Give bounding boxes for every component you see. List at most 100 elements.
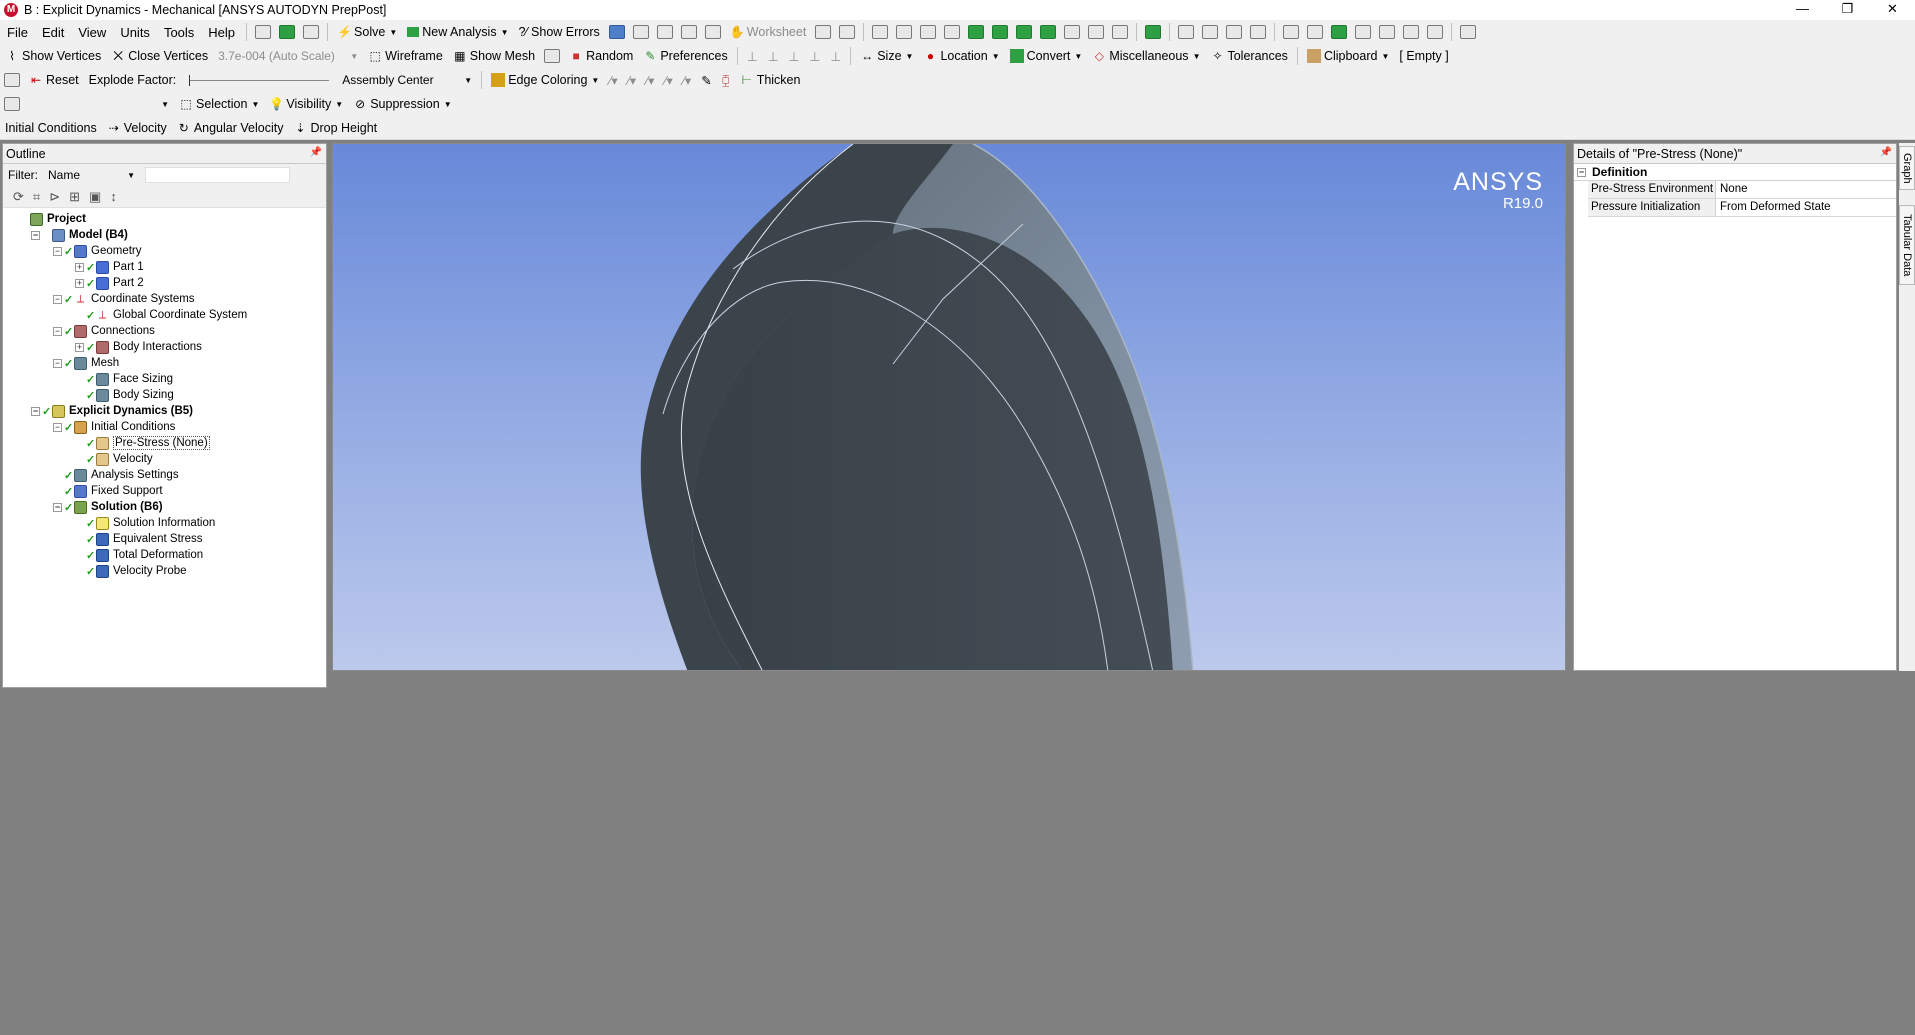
- select-edge-icon[interactable]: [992, 25, 1009, 39]
- folder-icon[interactable]: ▣: [89, 189, 101, 205]
- expand-all-icon[interactable]: ⊞: [69, 189, 80, 205]
- pin-icon[interactable]: 📌: [310, 147, 322, 158]
- preferences-button[interactable]: ✎ Preferences: [638, 46, 732, 66]
- tree-item[interactable]: ✓ Solution Information: [3, 515, 326, 531]
- edge-style-1[interactable]: ⁄▾: [604, 70, 622, 90]
- tab-graph[interactable]: Graph: [1899, 146, 1915, 190]
- select-body-icon[interactable]: [1040, 25, 1057, 39]
- edge-style-4[interactable]: ⁄▾: [659, 70, 677, 90]
- tree-item[interactable]: − ✓ Mesh: [3, 355, 326, 371]
- tree-item[interactable]: − Model (B4): [3, 227, 326, 243]
- collapse-icon[interactable]: −: [53, 502, 62, 512]
- edge-coloring-button[interactable]: Edge Coloring ▼: [486, 70, 604, 90]
- details-value[interactable]: None: [1716, 181, 1748, 198]
- pin-tool-icon[interactable]: ✎: [696, 70, 716, 90]
- collapse-icon[interactable]: −: [53, 422, 62, 432]
- tree-item[interactable]: Project: [3, 211, 326, 227]
- thicken-button[interactable]: ⊢ Thicken: [735, 70, 806, 90]
- explode-icon[interactable]: [544, 49, 561, 63]
- minimize-button[interactable]: —: [1780, 0, 1825, 20]
- select-mode-icon[interactable]: [944, 25, 961, 39]
- table-icon[interactable]: [608, 25, 625, 39]
- filter-select[interactable]: Name ▼: [44, 167, 139, 183]
- annotation-tool-1[interactable]: ⊥: [742, 46, 763, 66]
- suppression-button[interactable]: ⊘ Suppression ▼: [348, 94, 456, 114]
- tree-item[interactable]: + ✓ Body Interactions: [3, 339, 326, 355]
- named-selection-icon[interactable]: [4, 97, 20, 111]
- menu-units[interactable]: Units: [113, 25, 157, 40]
- graphics-viewport[interactable]: ANSYS R19.0: [332, 143, 1566, 671]
- tree-item[interactable]: − ✓ Initial Conditions: [3, 419, 326, 435]
- tree-item[interactable]: − ✓ Explicit Dynamics (B5): [3, 403, 326, 419]
- tree-item[interactable]: ✓ Equivalent Stress: [3, 531, 326, 547]
- box-zoom-icon[interactable]: [1250, 25, 1267, 39]
- details-value[interactable]: From Deformed State: [1716, 199, 1831, 216]
- collapse-icon[interactable]: −: [53, 246, 62, 256]
- tree-item[interactable]: ✓ Velocity Probe: [3, 563, 326, 579]
- section-tool-icon[interactable]: ⧮: [717, 70, 735, 90]
- tree-item[interactable]: − ✓ Geometry: [3, 243, 326, 259]
- definition-section[interactable]: − Definition: [1574, 164, 1896, 181]
- details-row[interactable]: Pre-Stress Environment None: [1588, 181, 1896, 199]
- close-button[interactable]: ✕: [1870, 0, 1915, 20]
- scale-combo[interactable]: 3.7e-004 (Auto Scale) ▼: [213, 47, 363, 65]
- tree-item[interactable]: ✓ Fixed Support: [3, 483, 326, 499]
- tree-item[interactable]: − ✓ ⟂ Coordinate Systems: [3, 291, 326, 307]
- select-coordinate-icon[interactable]: [896, 25, 913, 39]
- expand-icon[interactable]: ⊳: [49, 189, 60, 205]
- location-button[interactable]: ● Location ▼: [918, 46, 1004, 66]
- menu-tools[interactable]: Tools: [157, 25, 201, 40]
- previous-view-icon[interactable]: [1331, 25, 1348, 39]
- zoom-to-fit-icon[interactable]: [1283, 25, 1300, 39]
- expand-icon[interactable]: +: [75, 342, 84, 352]
- initial-conditions-button[interactable]: Initial Conditions: [0, 118, 102, 138]
- script-icon[interactable]: [255, 25, 272, 39]
- collapse-icon[interactable]: −: [31, 230, 40, 240]
- explode-factor-slider[interactable]: [189, 74, 330, 86]
- menu-help[interactable]: Help: [201, 25, 242, 40]
- select-face-icon[interactable]: [1016, 25, 1033, 39]
- edge-style-3[interactable]: ⁄▾: [641, 70, 659, 90]
- pan-icon[interactable]: [1202, 25, 1219, 39]
- rotate-icon[interactable]: [1178, 25, 1195, 39]
- chevron-down-icon[interactable]: ▼: [389, 28, 397, 37]
- collapse-icon[interactable]: −: [53, 294, 62, 304]
- tab-tabular-data[interactable]: Tabular Data: [1899, 205, 1915, 285]
- annotation-tool-2[interactable]: ⊥: [763, 46, 784, 66]
- close-vertices-button[interactable]: ⨉ Close Vertices: [106, 46, 213, 66]
- annotation-tool-5[interactable]: ⊥: [825, 46, 846, 66]
- select-mesh-icon[interactable]: [920, 25, 937, 39]
- filter-input[interactable]: [145, 167, 290, 183]
- viewports-icon[interactable]: [1460, 25, 1477, 39]
- collapse-icon[interactable]: ⌗: [33, 189, 40, 205]
- extend-selection-icon[interactable]: [1145, 25, 1162, 39]
- edge-style-2[interactable]: ⁄▾: [623, 70, 641, 90]
- comment-icon[interactable]: [656, 25, 673, 39]
- drop-height-button[interactable]: ⇣ Drop Height: [288, 118, 382, 138]
- refresh-icon[interactable]: ⟳: [13, 189, 24, 205]
- details-row[interactable]: Pressure Initialization From Deformed St…: [1588, 199, 1896, 217]
- tree-item[interactable]: + ✓ Part 2: [3, 275, 326, 291]
- collapse-icon[interactable]: −: [31, 406, 40, 416]
- named-selection-combo[interactable]: ▼: [24, 95, 174, 113]
- select-element-face-icon[interactable]: [1112, 25, 1129, 39]
- display-icon[interactable]: [1403, 25, 1420, 39]
- sort-icon[interactable]: ↕: [110, 189, 117, 204]
- edge-style-5[interactable]: ⁄▾: [678, 70, 696, 90]
- zoom-icon[interactable]: [1226, 25, 1243, 39]
- expand-icon[interactable]: +: [75, 262, 84, 272]
- annotation-tool-4[interactable]: ⊥: [804, 46, 825, 66]
- random-colors-button[interactable]: ■ Random: [564, 46, 638, 66]
- expand-icon[interactable]: +: [75, 278, 84, 288]
- tree-item[interactable]: ✓ Body Sizing: [3, 387, 326, 403]
- explode-view-icon[interactable]: [4, 73, 20, 87]
- assembly-center-combo[interactable]: Assembly Center ▼: [337, 71, 477, 89]
- magnifier-icon[interactable]: [1307, 25, 1324, 39]
- layout-icon[interactable]: [1427, 25, 1444, 39]
- miscellaneous-button[interactable]: ◇ Miscellaneous ▼: [1087, 46, 1205, 66]
- tolerances-button[interactable]: ✧ Tolerances: [1205, 46, 1292, 66]
- chevron-down-icon[interactable]: ▼: [501, 28, 509, 37]
- menu-view[interactable]: View: [71, 25, 113, 40]
- size-button[interactable]: ↔ Size ▼: [855, 46, 918, 66]
- show-errors-button[interactable]: ?⁄ Show Errors: [514, 22, 605, 42]
